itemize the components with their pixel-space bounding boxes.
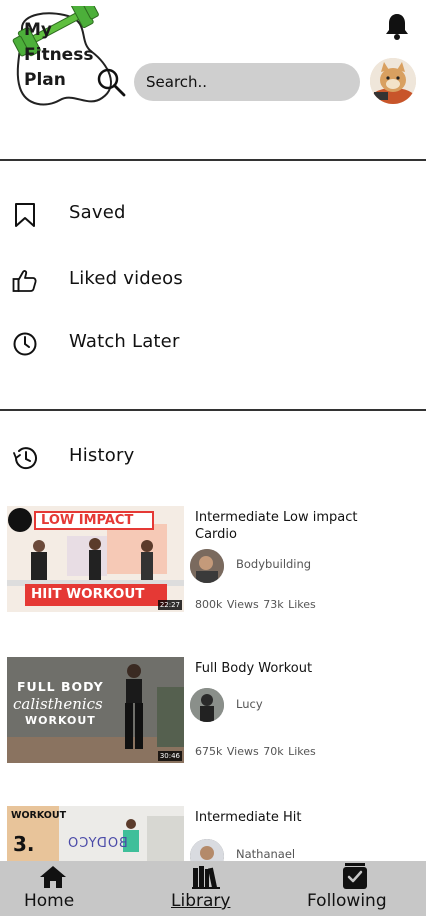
- video-thumbnail[interactable]: LOW IMPACT HIIT WORKOUT 22:27: [7, 506, 184, 612]
- video-thumbnail[interactable]: FULL BODY calisthenics WORKOUT 30:46: [7, 657, 184, 763]
- video-title[interactable]: Full Body Workout: [195, 660, 400, 677]
- bell-icon[interactable]: [385, 12, 409, 40]
- video-thumbnail[interactable]: WORKOUT 3. BODYCO: [7, 806, 184, 861]
- video-duration: 22:27: [157, 600, 182, 610]
- bookmark-icon: [12, 202, 38, 228]
- thumbnail-text-bottom: HIIT WORKOUT: [31, 586, 145, 602]
- thumbnail-text-number: 3.: [13, 832, 35, 856]
- history-icon: [12, 445, 38, 471]
- channel-name[interactable]: Nathanael: [236, 847, 295, 861]
- nav-library[interactable]: Library: [168, 861, 248, 916]
- menu-item-watch-later[interactable]: Watch Later: [0, 319, 426, 367]
- view-count: 675k Views: [195, 745, 259, 758]
- channel-avatar[interactable]: [190, 839, 224, 861]
- logo-line: Plan: [24, 70, 66, 90]
- like-count: 73k Likes: [263, 598, 316, 611]
- thumbs-up-icon: [12, 268, 38, 294]
- thumbnail-text-line: FULL BODY: [17, 679, 104, 694]
- channel-name[interactable]: Lucy: [236, 697, 263, 711]
- home-icon: [39, 865, 67, 893]
- video-stats: 800k Views 73k Likes: [195, 598, 316, 611]
- thumbnail-text-brand: BODYCO: [67, 836, 128, 851]
- thumbnail-text-line: calisthenics: [13, 695, 103, 713]
- search-icon[interactable]: [96, 67, 126, 97]
- divider: [0, 159, 426, 161]
- logo-line: My: [24, 20, 52, 40]
- video-item[interactable]: LOW IMPACT HIIT WORKOUT 22:27 Intermedia…: [0, 506, 426, 626]
- following-icon: [342, 862, 368, 894]
- divider: [0, 409, 426, 411]
- logo-line: Fitness: [24, 45, 94, 65]
- channel-avatar[interactable]: [190, 549, 224, 583]
- bottom-nav: Home Library Following: [0, 861, 426, 916]
- channel-avatar[interactable]: [190, 688, 224, 722]
- video-item[interactable]: FULL BODY calisthenics WORKOUT 30:46 Ful…: [0, 657, 426, 777]
- header: My Fitness Plan Search..: [0, 0, 426, 160]
- menu-label: Saved: [69, 202, 126, 223]
- menu-item-liked-videos[interactable]: Liked videos: [0, 256, 426, 304]
- view-count: 800k Views: [195, 598, 259, 611]
- menu-item-saved[interactable]: Saved: [0, 190, 426, 238]
- channel-name[interactable]: Bodybuilding: [236, 557, 311, 571]
- video-duration: 30:46: [157, 751, 182, 761]
- video-title[interactable]: Intermediate Hit: [195, 809, 400, 826]
- avatar[interactable]: [370, 58, 416, 104]
- menu-label: Liked videos: [69, 268, 183, 289]
- nav-label: Home: [24, 891, 75, 911]
- menu-item-history[interactable]: History: [0, 433, 426, 481]
- nav-following[interactable]: Following: [306, 861, 406, 916]
- nav-label: Library: [171, 891, 231, 911]
- video-item[interactable]: WORKOUT 3. BODYCO Intermediate Hit Natha…: [0, 806, 426, 861]
- video-stats: 675k Views 70k Likes: [195, 745, 316, 758]
- thumbnail-text-line: WORKOUT: [25, 714, 96, 727]
- nav-home[interactable]: Home: [20, 861, 90, 916]
- search-input[interactable]: Search..: [134, 63, 360, 101]
- thumbnail-text-top: WORKOUT: [11, 810, 67, 821]
- menu-label: History: [69, 445, 135, 466]
- thumbnail-text-top: LOW IMPACT: [41, 513, 134, 528]
- library-icon: [192, 865, 220, 893]
- logo-text: My Fitness Plan: [24, 18, 93, 93]
- nav-label: Following: [307, 891, 387, 911]
- like-count: 70k Likes: [263, 745, 316, 758]
- video-title[interactable]: Intermediate Low impact Cardio: [195, 509, 400, 543]
- clock-icon: [12, 331, 38, 357]
- menu-label: Watch Later: [69, 331, 180, 352]
